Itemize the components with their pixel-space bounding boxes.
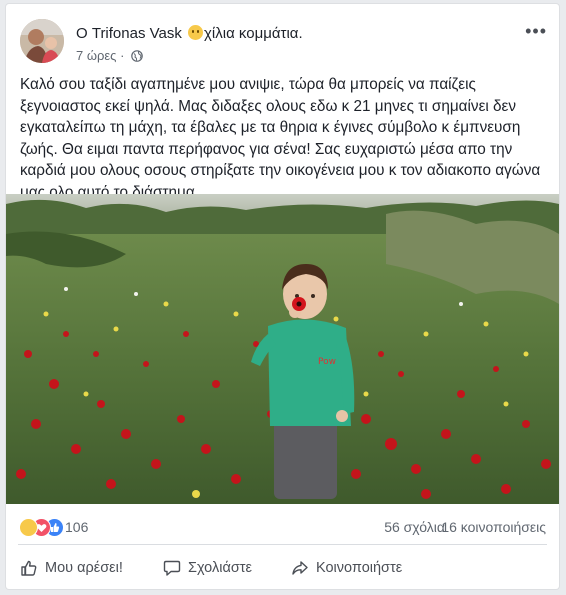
author-line: Ο Trifonas Vask χίλια κομμάτια. (76, 25, 303, 42)
comment-bubble-icon (163, 560, 181, 576)
sad-face-icon (188, 25, 204, 40)
share-arrow-icon (292, 561, 308, 575)
action-bar: Μου αρέσει! Σχολιάστε Κοινοποιήστε (6, 549, 559, 585)
comment-label: Σχολιάστε (188, 560, 252, 576)
post-meta: 7 ώρες · (76, 48, 143, 65)
post-body: Καλό σου ταξίδι αγαπημένε μου ανιψιε, τώ… (20, 74, 550, 203)
thumbs-up-icon (21, 560, 37, 576)
post-photo[interactable]: Pow (6, 194, 559, 504)
reactions-count[interactable]: 106 (65, 519, 88, 535)
sad-reaction-icon (19, 518, 38, 537)
svg-text:Pow: Pow (318, 357, 336, 367)
engagement-stats: 106 56 σχόλια 16 κοινοποιήσεις (6, 516, 559, 544)
like-button[interactable]: Μου αρέσει! (20, 557, 123, 579)
actions-divider (18, 544, 547, 545)
globe-icon[interactable] (131, 50, 143, 65)
share-label: Κοινοποιήστε (316, 560, 403, 576)
like-label: Μου αρέσει! (45, 560, 123, 576)
more-options-icon[interactable]: ••• (525, 22, 547, 40)
post-text: Καλό σου ταξίδι αγαπημένε μου ανιψιε, τώ… (20, 76, 541, 201)
post-card: Ο Trifonas Vask χίλια κομμάτια. 7 ώρες ·… (6, 4, 559, 589)
comment-button[interactable]: Σχολιάστε (163, 557, 252, 579)
photo-illustration: Pow (6, 194, 559, 504)
post-header: Ο Trifonas Vask χίλια κομμάτια. 7 ώρες ·… (6, 4, 559, 68)
feeling-text: χίλια κομμάτια. (204, 25, 303, 42)
shares-count[interactable]: 16 κοινοποιήσεις (441, 519, 546, 535)
share-button[interactable]: Κοινοποιήστε (291, 557, 402, 579)
author-avatar[interactable] (20, 19, 64, 63)
author-name[interactable]: Ο Trifonas Vask (76, 25, 182, 42)
comments-count[interactable]: 56 σχόλια (384, 519, 445, 535)
post-timestamp[interactable]: 7 ώρες (76, 48, 116, 63)
